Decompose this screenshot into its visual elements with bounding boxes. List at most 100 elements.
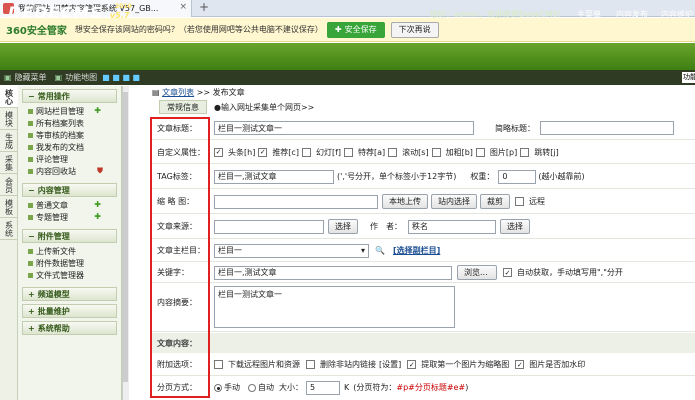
sidebar-item-recycle[interactable]: 内容回收站 ⛊ <box>18 165 121 177</box>
keywords-browse-button[interactable]: 浏览... <box>457 265 497 280</box>
attr-special[interactable]: 特荐[a] <box>344 147 385 158</box>
checkbox[interactable] <box>214 360 223 369</box>
attr-jump[interactable]: 跳转[j] <box>520 147 559 158</box>
nav-content-publish[interactable]: 内容发布 <box>616 9 648 20</box>
breadcrumb-article-list[interactable]: 文章列表 <box>162 88 194 97</box>
attr-picture[interactable]: 图片[p] <box>475 147 517 158</box>
layout-icons[interactable]: ■ ■ ■ ■ <box>102 73 140 82</box>
sidebar-item-attach-data[interactable]: 附件数据管理 <box>18 257 121 269</box>
tag-input[interactable]: 栏目一,测试文章 <box>214 169 334 184</box>
sidebar-section-common[interactable]: − 常用操作 <box>22 89 117 103</box>
title-input[interactable]: 栏目一测试文章一 <box>214 121 474 135</box>
checkbox[interactable] <box>515 197 524 206</box>
paging-manual-radio[interactable] <box>214 383 222 392</box>
paging-manual-label: 手动 <box>224 383 240 392</box>
attr-headline[interactable]: ✓ 头条[h] <box>214 147 255 158</box>
sidebar-item-article[interactable]: 普通文章 ✚ <box>18 199 121 211</box>
attr-recommend[interactable]: ✓ 推荐[c] <box>258 147 299 158</box>
sidebar-scroll-thumb[interactable] <box>123 92 128 382</box>
checkbox[interactable]: ✓ <box>407 360 417 369</box>
vtab-member[interactable]: 会员 <box>0 174 18 196</box>
add-icon[interactable]: ✚ <box>94 106 101 115</box>
checkbox[interactable] <box>520 147 530 157</box>
summary-textarea[interactable]: 栏目一测试文章一 <box>214 286 455 328</box>
column-select[interactable]: 栏目一 ▾ <box>214 243 369 258</box>
sidebar-item-file-manager[interactable]: 文件式管理器 <box>18 269 121 281</box>
search-icon[interactable]: 🔍 <box>375 246 385 255</box>
close-tab-icon[interactable]: × <box>179 2 187 12</box>
nav-main-menu[interactable]: 主菜单 <box>577 9 601 20</box>
vtab-core[interactable]: 核心 <box>0 86 18 108</box>
attr-bold[interactable]: 加粗[b] <box>431 147 473 158</box>
sidebar-section-content[interactable]: − 内容管理 <box>22 183 117 197</box>
next-time-button[interactable]: 下次再说 <box>390 21 439 38</box>
hide-menu-link[interactable]: 隐藏菜单 <box>15 72 47 83</box>
site-select-button[interactable]: 站内选择 <box>431 194 477 209</box>
checkbox[interactable] <box>306 360 315 369</box>
secure-save-label: 安全保存 <box>344 25 377 34</box>
crop-button[interactable]: 裁剪 <box>480 194 510 209</box>
local-upload-button[interactable]: 本地上传 <box>382 194 428 209</box>
sidebar-section-batch[interactable]: + 批量维护 <box>22 304 117 318</box>
sidebar-item-pending[interactable]: 等审核的档案 <box>18 129 121 141</box>
tab-general-info[interactable]: 常规信息 <box>159 100 207 114</box>
vtab-module[interactable]: 模块 <box>0 108 18 130</box>
row-content-header: 文章内容： <box>152 333 695 353</box>
checkbox[interactable]: ✓ <box>515 360 525 369</box>
checkbox[interactable]: ✓ <box>503 268 512 277</box>
opt-watermark[interactable]: ✓ 图片是否加水印 <box>515 359 585 370</box>
keywords-input[interactable]: 栏目一,测试文章 <box>214 265 452 280</box>
attr-scroll[interactable]: 滚动[s] <box>388 147 429 158</box>
source-select-button[interactable]: 选择 <box>328 219 358 234</box>
opt-download-remote[interactable]: 下载远程图片和资源 <box>214 359 300 370</box>
checkbox[interactable]: ✓ <box>214 147 223 157</box>
section-title: 批量维护 <box>37 306 70 316</box>
nav-content-maintain[interactable]: 内容维护 <box>661 9 693 20</box>
checkbox[interactable] <box>431 147 441 157</box>
author-select-button[interactable]: 选择 <box>500 219 530 234</box>
sidebar-item-my-docs[interactable]: 我发布的文档 <box>18 141 121 153</box>
attr-slide[interactable]: 幻灯[f] <box>301 147 341 158</box>
short-title-input[interactable] <box>540 121 674 135</box>
auto-keywords-option[interactable]: ✓ 自动获取，手动填写用","分开 <box>503 267 623 278</box>
opt-first-image-thumb[interactable]: ✓ 提取第一个图片为缩略图 <box>407 359 509 370</box>
sidebar-item-column-manage[interactable]: 网站栏目管理 ✚ <box>18 105 121 117</box>
vtab-generate[interactable]: 生成 <box>0 130 18 152</box>
weight-input[interactable]: 0 <box>498 169 537 184</box>
author-input[interactable]: 秩名 <box>408 219 496 234</box>
add-icon[interactable]: ✚ <box>94 212 101 221</box>
paging-auto-radio[interactable] <box>248 383 256 392</box>
paging-size-input[interactable]: 5 <box>306 380 340 395</box>
thumb-input[interactable] <box>214 194 378 209</box>
func-box[interactable]: 功能 <box>682 72 695 83</box>
vtab-system[interactable]: 系统 <box>0 218 18 240</box>
attr-label-text: 跳转[j] <box>534 147 559 157</box>
sidebar-item-all-docs[interactable]: 所有档案列表 <box>18 117 121 129</box>
select-subcolumn-link[interactable]: [选择副栏目] <box>393 245 440 256</box>
add-icon[interactable]: ✚ <box>94 200 101 209</box>
func-map-link[interactable]: 功能地图 <box>65 72 97 83</box>
remote-option[interactable]: 远程 <box>515 196 545 207</box>
checkbox[interactable] <box>344 147 354 157</box>
secure-save-button[interactable]: ✚ 安全保存 <box>326 21 385 38</box>
opt-remove-links[interactable]: 删除非站内链接 [设置] <box>306 359 401 370</box>
sidebar-item-comments[interactable]: 评论管理 <box>18 153 121 165</box>
sidebar-section-attach[interactable]: − 附件管理 <box>22 229 117 243</box>
sidebar-item-upload[interactable]: 上传新文件 <box>18 245 121 257</box>
vtab-collect[interactable]: 采集 <box>0 152 18 174</box>
checkbox[interactable] <box>301 147 311 157</box>
checkbox[interactable] <box>475 147 485 157</box>
new-tab-button[interactable]: + <box>196 1 212 15</box>
checkbox[interactable] <box>388 147 398 157</box>
vtab-template[interactable]: 模板 <box>0 196 18 218</box>
source-input[interactable] <box>214 219 324 234</box>
sidebar-section-channel[interactable]: + 频道模型 <box>22 287 117 301</box>
sidebar-item-topic[interactable]: 专题管理 ✚ <box>18 211 121 223</box>
func-map-icon[interactable]: ▣ <box>55 73 63 82</box>
tab-collect-url[interactable]: ●输入网址采集单个网页>> <box>207 100 321 114</box>
option-settings-link[interactable]: [设置] <box>379 359 401 370</box>
sidebar-section-help[interactable]: + 系统帮助 <box>22 321 117 335</box>
option-label: 提取第一个图片为缩略图 <box>421 360 510 369</box>
hide-menu-icon[interactable]: ▣ <box>4 73 12 82</box>
checkbox[interactable]: ✓ <box>258 147 268 157</box>
